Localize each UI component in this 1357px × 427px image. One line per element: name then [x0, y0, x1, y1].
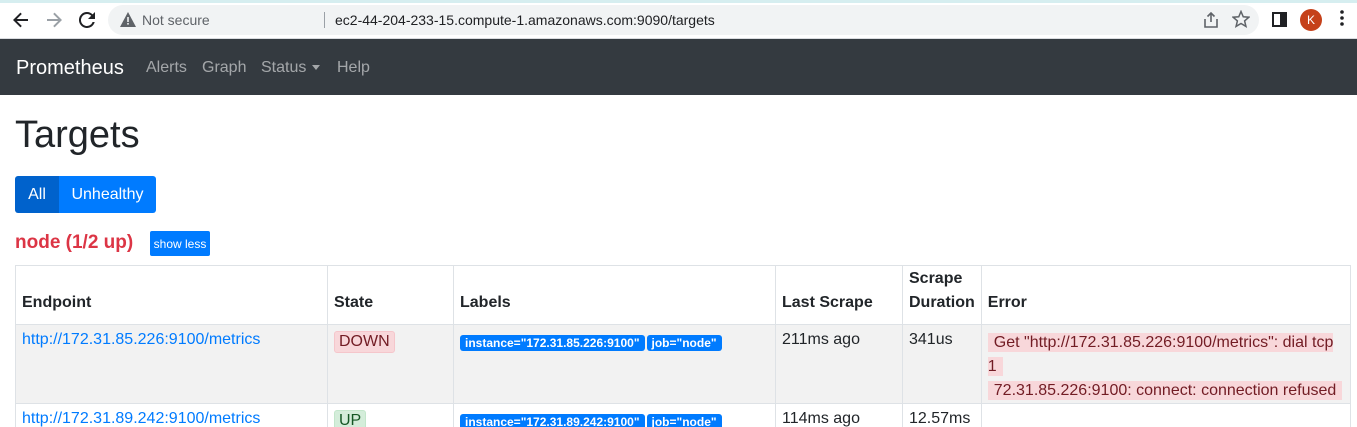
- header-scrape-duration: Scrape Duration: [902, 265, 982, 325]
- browser-toolbar: Not secure ec2-44-204-233-15.compute-1.a…: [0, 0, 1357, 39]
- error-message-line2: 72.31.85.226:9100: connect: connection r…: [987, 381, 1343, 400]
- endpoint-cell: http://172.31.89.242:9100/metrics: [15, 403, 328, 427]
- top-navbar: Prometheus Alerts Graph Status Help: [0, 39, 1357, 95]
- last-scrape-cell: 114ms ago: [775, 403, 903, 427]
- header-last-scrape: Last Scrape: [775, 265, 903, 325]
- share-icon[interactable]: [1202, 11, 1220, 34]
- last-scrape-cell: 211ms ago: [775, 324, 903, 404]
- more-menu-icon[interactable]: [1340, 10, 1344, 31]
- label-badge-instance: instance="172.31.85.226:9100": [460, 335, 645, 351]
- state-cell: UP: [327, 403, 454, 427]
- nav-alerts[interactable]: Alerts: [146, 59, 187, 77]
- error-message-line1: Get "http://172.31.85.226:9100/metrics":…: [987, 333, 1334, 376]
- profile-avatar[interactable]: K: [1300, 9, 1322, 31]
- filter-all-button[interactable]: All: [15, 176, 59, 213]
- nav-status[interactable]: Status: [261, 59, 321, 77]
- state-badge-up: UP: [334, 410, 367, 427]
- endpoint-link[interactable]: http://172.31.85.226:9100/metrics: [22, 331, 260, 348]
- table-row: http://172.31.85.226:9100/metrics DOWN i…: [15, 324, 1352, 404]
- nav-graph[interactable]: Graph: [202, 59, 246, 77]
- label-badge-job: job="node": [646, 414, 722, 427]
- table-row: http://172.31.89.242:9100/metrics UP ins…: [15, 403, 1352, 427]
- omnibox-divider: [324, 12, 325, 28]
- tab-strip: [0, 0, 1357, 3]
- target-filter-group: All Unhealthy: [15, 176, 156, 213]
- error-cell: Get "http://172.31.85.226:9100/metrics":…: [980, 324, 1352, 404]
- warning-icon[interactable]: [120, 12, 136, 32]
- header-state: State: [327, 265, 454, 325]
- caret-down-icon: [312, 65, 321, 71]
- table-header-row: Endpoint State Labels Last Scrape Scrape…: [15, 265, 1352, 325]
- targets-table: Endpoint State Labels Last Scrape Scrape…: [15, 265, 1352, 427]
- error-cell: [980, 403, 1352, 427]
- header-endpoint: Endpoint: [15, 265, 328, 325]
- bookmark-star-icon[interactable]: [1231, 9, 1251, 33]
- header-error: Error: [980, 265, 1352, 325]
- scrape-duration-cell: 12.57ms: [902, 403, 982, 427]
- forward-arrow-icon[interactable]: [42, 8, 66, 32]
- job-heading[interactable]: node (1/2 up): [15, 232, 133, 254]
- side-panel-icon[interactable]: [1272, 12, 1287, 32]
- state-cell: DOWN: [327, 324, 454, 404]
- labels-cell: instance="172.31.85.226:9100" job="node": [453, 324, 776, 404]
- back-arrow-icon[interactable]: [9, 8, 33, 32]
- label-badge-job: job="node": [646, 335, 722, 351]
- reload-icon[interactable]: [75, 8, 99, 32]
- nav-help[interactable]: Help: [337, 59, 370, 77]
- state-badge-down: DOWN: [334, 331, 395, 353]
- security-label[interactable]: Not secure: [142, 12, 210, 28]
- nav-status-label: Status: [261, 59, 307, 76]
- endpoint-link[interactable]: http://172.31.89.242:9100/metrics: [22, 410, 260, 427]
- label-badge-instance: instance="172.31.89.242:9100": [460, 414, 645, 427]
- labels-cell: instance="172.31.89.242:9100" job="node": [453, 403, 776, 427]
- scrape-duration-cell: 341us: [902, 324, 982, 404]
- filter-unhealthy-button[interactable]: Unhealthy: [59, 176, 156, 213]
- header-labels: Labels: [453, 265, 776, 325]
- header-scrape-duration-line2: Duration: [909, 294, 975, 311]
- header-scrape-duration-line1: Scrape: [909, 270, 963, 287]
- show-less-button[interactable]: show less: [150, 231, 210, 256]
- brand-link[interactable]: Prometheus: [16, 57, 124, 80]
- address-bar[interactable]: Not secure ec2-44-204-233-15.compute-1.a…: [108, 5, 1259, 35]
- endpoint-cell: http://172.31.85.226:9100/metrics: [15, 324, 328, 404]
- page-title: Targets: [15, 114, 140, 156]
- url-text[interactable]: ec2-44-204-233-15.compute-1.amazonaws.co…: [335, 12, 715, 28]
